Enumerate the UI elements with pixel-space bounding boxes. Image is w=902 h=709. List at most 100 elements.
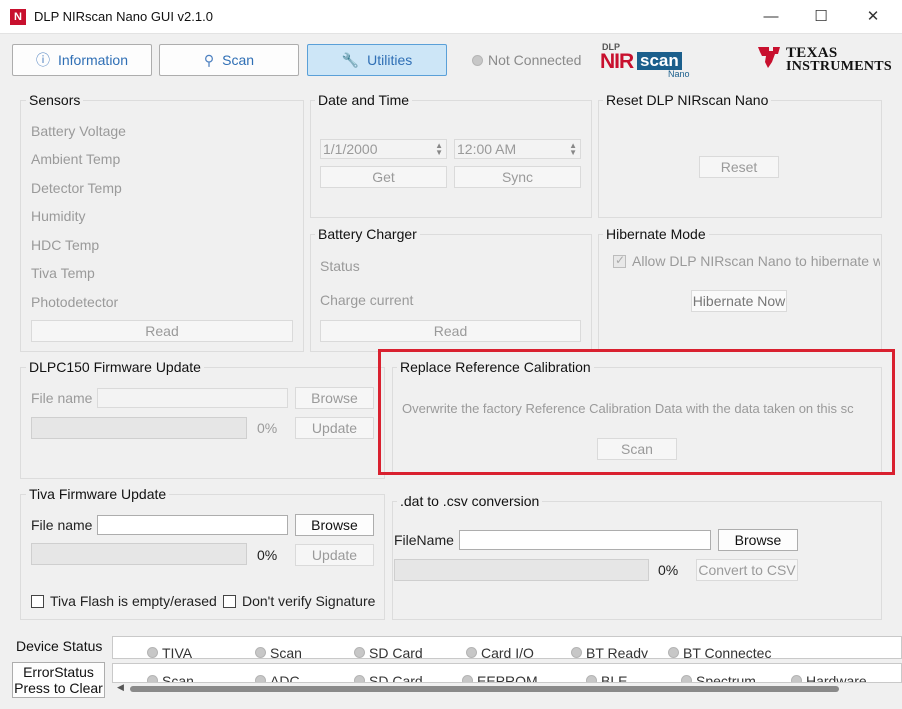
dat-csv-percent: 0% bbox=[658, 562, 679, 578]
dat-csv-file-input[interactable] bbox=[459, 530, 711, 550]
tiva-update-button[interactable]: Update bbox=[295, 544, 374, 566]
tiva-percent: 0% bbox=[257, 547, 278, 563]
sensors-title: Sensors bbox=[26, 92, 84, 108]
scroll-left-icon[interactable]: ◀ bbox=[117, 682, 124, 693]
tab-utilities-label: Utilities bbox=[367, 52, 413, 68]
sensor-humidity: Humidity bbox=[31, 208, 86, 224]
device-status-label: Device Status bbox=[16, 638, 103, 654]
date-spin-icon[interactable]: ▲ ▼ bbox=[435, 142, 443, 157]
error-status-row: Scan ADC SD Card EEPROM BLE Spectrum Har… bbox=[112, 663, 902, 683]
convert-csv-button[interactable]: Convert to CSV bbox=[696, 559, 798, 581]
tab-scan[interactable]: ⚲ Scan bbox=[159, 44, 299, 76]
led-cardio-icon bbox=[466, 647, 477, 658]
tiva-file-input[interactable] bbox=[97, 515, 288, 535]
led-btconnected-icon bbox=[668, 647, 679, 658]
error-status-label-line1: ErrorStatus bbox=[23, 664, 94, 680]
nano-logo-text: Nano bbox=[668, 69, 690, 79]
highlight-box bbox=[378, 349, 895, 475]
dlpc-file-label: File name bbox=[31, 390, 93, 406]
device-status-cardio: Card I/O bbox=[481, 645, 534, 659]
device-status-row: TIVA Scan SD Card Card I/O BT Ready BT C… bbox=[112, 636, 902, 659]
time-spin-icon[interactable]: ▲ ▼ bbox=[569, 142, 577, 157]
error-status-ble: BLE bbox=[601, 673, 628, 683]
tiva-empty-label: Tiva Flash is empty/erased bbox=[50, 593, 217, 609]
window-title: DLP NIRscan Nano GUI v2.1.0 bbox=[34, 9, 213, 24]
get-time-button[interactable]: Get bbox=[320, 166, 447, 188]
error-status-sdcard: SD Card bbox=[369, 673, 423, 683]
sensors-read-button[interactable]: Read bbox=[31, 320, 293, 342]
info-icon: ⓘ bbox=[35, 52, 50, 68]
sensor-hdc-temp: HDC Temp bbox=[31, 237, 100, 253]
device-status-sdcard: SD Card bbox=[369, 645, 423, 659]
maximize-button[interactable]: ☐ bbox=[798, 0, 844, 34]
connection-indicator-icon bbox=[472, 55, 483, 66]
sensor-tiva-temp: Tiva Temp bbox=[31, 265, 95, 281]
error-status-eeprom: EEPROM bbox=[477, 673, 538, 683]
dlpc-file-input[interactable] bbox=[97, 388, 288, 408]
tab-information-label: Information bbox=[57, 52, 129, 68]
charge-current-label: Charge current bbox=[320, 292, 414, 308]
hibernate-title: Hibernate Mode bbox=[603, 226, 709, 242]
ti-logo-text: Texas Instruments bbox=[786, 46, 892, 74]
led-sdcard-icon bbox=[354, 647, 365, 658]
battery-read-button[interactable]: Read bbox=[320, 320, 581, 342]
device-status-btconnected: BT Connectec bbox=[683, 645, 772, 659]
close-button[interactable]: ✕ bbox=[850, 0, 896, 34]
tiva-file-label: File name bbox=[31, 517, 93, 533]
dlpc-browse-button[interactable]: Browse bbox=[295, 387, 374, 409]
battery-title: Battery Charger bbox=[315, 226, 420, 242]
device-status-tiva: TIVA bbox=[162, 645, 193, 659]
app-icon: N bbox=[10, 9, 26, 25]
sensor-ambient-temp: Ambient Temp bbox=[31, 151, 121, 167]
hibernate-checkbox[interactable] bbox=[613, 253, 626, 268]
date-value: 1/1/2000 bbox=[323, 141, 378, 157]
led-err-sdcard-icon bbox=[354, 675, 365, 682]
dlpc-update-button[interactable]: Update bbox=[295, 417, 374, 439]
time-picker[interactable]: 12:00 AM ▲ ▼ bbox=[454, 139, 581, 159]
sync-time-button[interactable]: Sync bbox=[454, 166, 581, 188]
nir-logo-text: NIR bbox=[600, 50, 634, 73]
dlpc-progress-bar bbox=[31, 417, 247, 439]
key-icon: ⚲ bbox=[203, 52, 215, 68]
time-value: 12:00 AM bbox=[457, 141, 517, 157]
tiva-empty-checkbox[interactable] bbox=[31, 595, 44, 608]
ti-logo-icon bbox=[758, 47, 780, 68]
hibernate-now-button[interactable]: Hibernate Now bbox=[691, 290, 787, 312]
title-bar: N DLP NIRscan Nano GUI v2.1.0 — ☐ ✕ bbox=[0, 0, 902, 34]
dat-csv-progress-bar bbox=[394, 559, 649, 581]
scan-logo-text: scan bbox=[637, 52, 682, 70]
dlpc-percent: 0% bbox=[257, 420, 278, 436]
dat-csv-browse-button[interactable]: Browse bbox=[718, 529, 798, 551]
tiva-browse-button[interactable]: Browse bbox=[295, 514, 374, 536]
battery-status-label: Status bbox=[320, 258, 360, 274]
tab-scan-label: Scan bbox=[222, 52, 255, 68]
sensor-battery-voltage: Battery Voltage bbox=[31, 123, 126, 139]
led-scan-icon bbox=[255, 647, 266, 658]
verify-signature-label: Don't verify Signature bbox=[242, 593, 376, 609]
dat-csv-file-label: FileName bbox=[394, 532, 454, 548]
datetime-group bbox=[310, 100, 592, 218]
datetime-title: Date and Time bbox=[315, 92, 413, 108]
led-err-scan-icon bbox=[147, 675, 158, 682]
error-status-scan: Scan bbox=[162, 673, 194, 683]
scrollbar-thumb[interactable] bbox=[130, 686, 839, 692]
connection-status: Not Connected bbox=[488, 52, 582, 68]
hibernate-allow-label: Allow DLP NIRscan Nano to hibernate w bbox=[632, 253, 880, 269]
reset-button[interactable]: Reset bbox=[699, 156, 779, 178]
date-picker[interactable]: 1/1/2000 ▲ ▼ bbox=[320, 139, 447, 159]
error-status-label-line2: Press to Clear bbox=[14, 680, 103, 696]
reset-title: Reset DLP NIRscan Nano bbox=[603, 92, 772, 108]
verify-signature-checkbox[interactable] bbox=[223, 595, 236, 608]
error-status-spectrum: Spectrum bbox=[696, 673, 756, 683]
error-status-clear-button[interactable]: ErrorStatus Press to Clear bbox=[12, 662, 105, 698]
wrench-icon: 🔧 bbox=[341, 52, 360, 68]
dlpc-firmware-title: DLPC150 Firmware Update bbox=[26, 359, 204, 375]
minimize-button[interactable]: — bbox=[748, 0, 794, 34]
tab-information[interactable]: ⓘ Information bbox=[12, 44, 152, 76]
ti-logo-line2: Instruments bbox=[786, 59, 892, 74]
led-err-ble-icon bbox=[586, 675, 597, 682]
tab-utilities[interactable]: 🔧 Utilities bbox=[307, 44, 447, 76]
device-status-scan: Scan bbox=[270, 645, 302, 659]
led-err-spectrum-icon bbox=[681, 675, 692, 682]
led-err-eeprom-icon bbox=[462, 675, 473, 682]
